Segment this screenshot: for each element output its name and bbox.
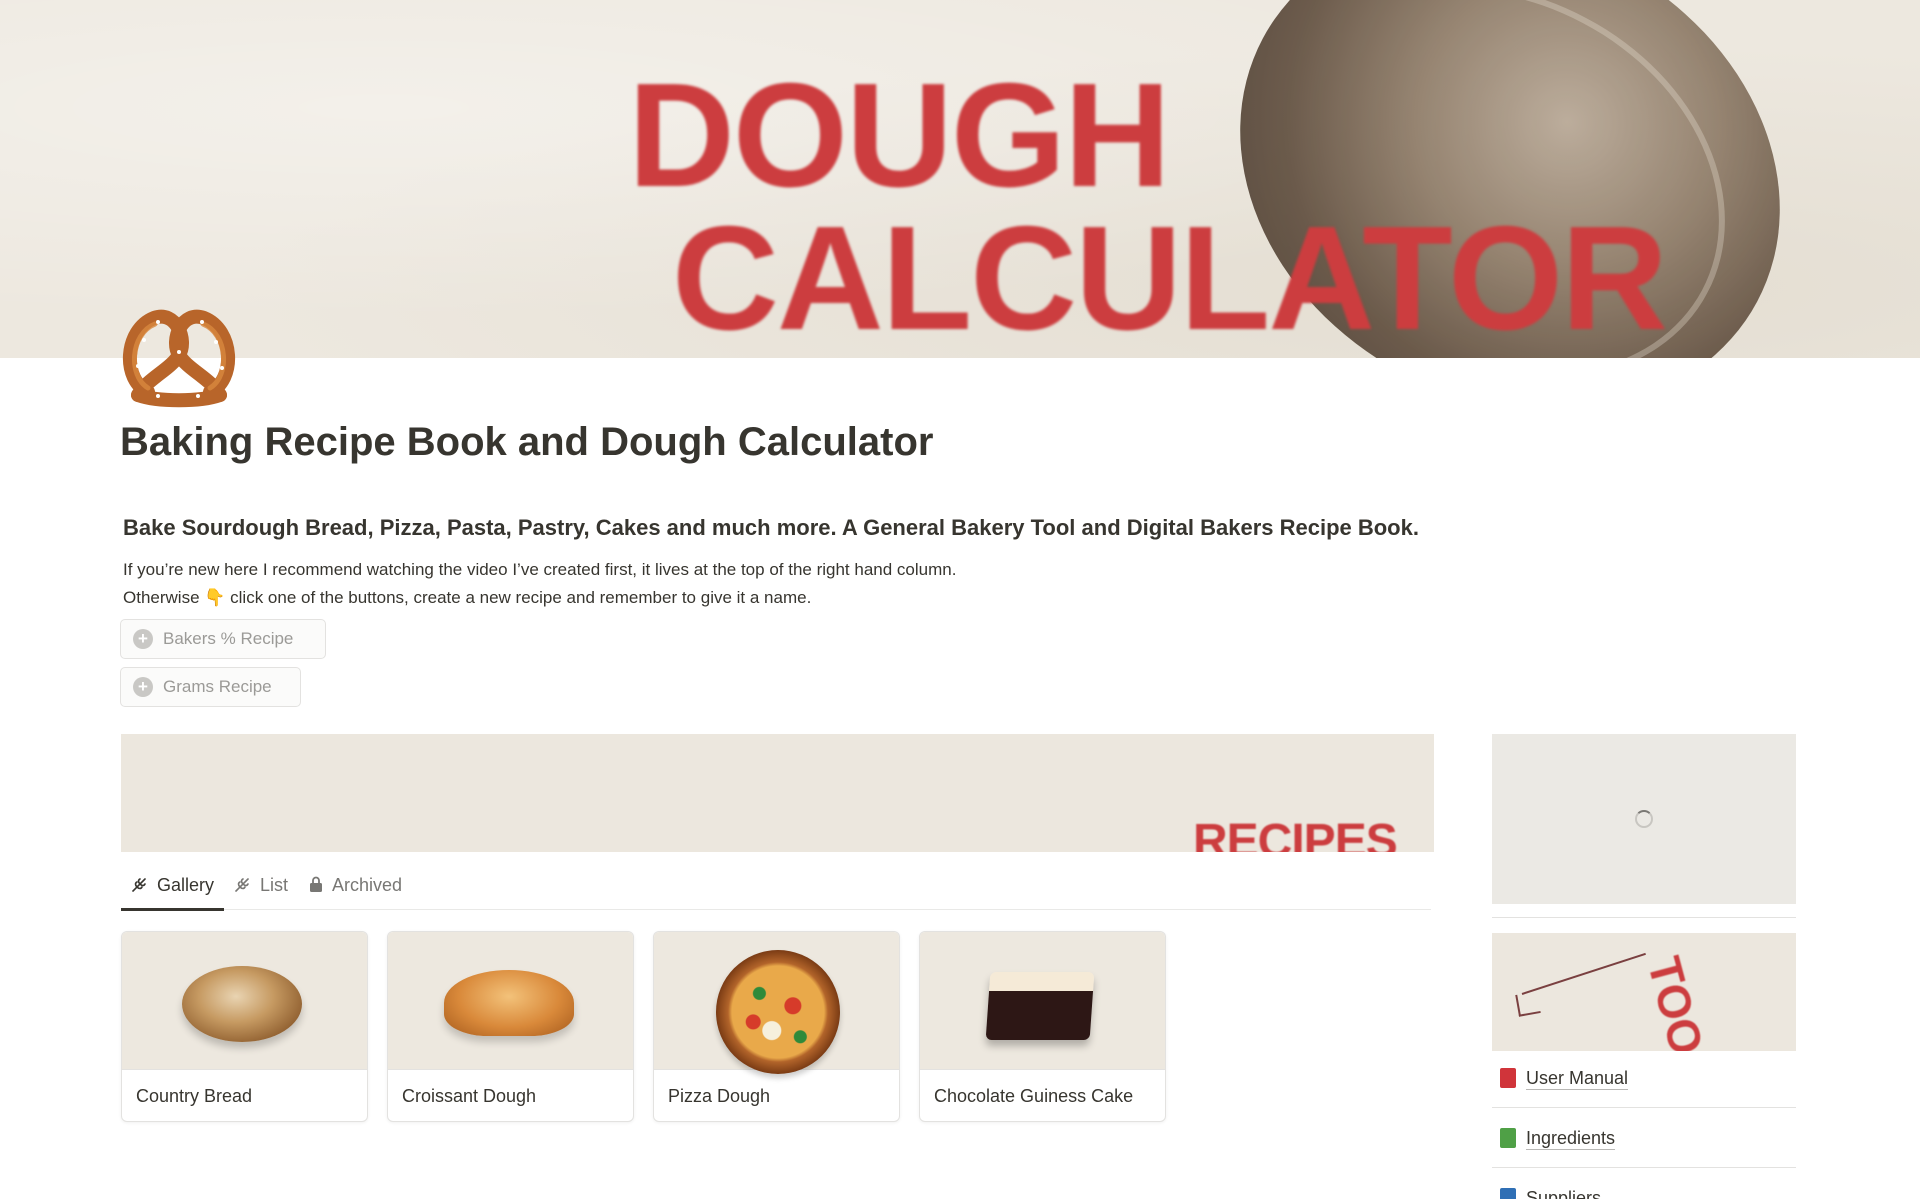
recipes-banner: RECIPES <box>121 734 1434 852</box>
gallery-card-croissant-dough[interactable]: Croissant Dough <box>387 931 634 1122</box>
cover-image: DOUGH CALCULATOR <box>0 0 1920 358</box>
pretzel-icon[interactable] <box>118 300 240 410</box>
divider <box>1492 1107 1796 1108</box>
plus-circle-icon: + <box>133 629 153 649</box>
pizza-image <box>654 932 899 1074</box>
tab-gallery[interactable]: Gallery <box>121 862 225 911</box>
intro-text: If you’re new here I recommend watching … <box>123 556 956 612</box>
tab-list[interactable]: List <box>224 862 298 910</box>
card-title: Chocolate Guiness Cake <box>934 1086 1134 1106</box>
intro-line-2: Otherwise 👇 click one of the buttons, cr… <box>123 584 956 612</box>
tab-list-label: List <box>260 875 289 895</box>
grams-recipe-label: Grams Recipe <box>163 677 272 696</box>
grams-recipe-button[interactable]: + Grams Recipe <box>120 667 301 707</box>
suppliers-label: Suppliers <box>1526 1187 1601 1199</box>
plus-circle-icon: + <box>133 677 153 697</box>
recipes-banner-text: RECIPES <box>1193 815 1398 852</box>
bread-image <box>122 932 367 1070</box>
bread-thumbnail <box>182 966 302 1042</box>
ingredients-link[interactable]: Ingredients <box>1500 1114 1796 1162</box>
gallery-card-chocolate-guiness-cake[interactable]: Chocolate Guiness Cake <box>919 931 1166 1122</box>
red-book-icon <box>1500 1068 1516 1088</box>
tools-banner-text: TOOLS <box>1637 951 1729 1051</box>
loading-spinner-icon <box>1635 810 1653 828</box>
card-title: Pizza Dough <box>668 1086 771 1106</box>
cake-thumbnail <box>985 972 1095 1040</box>
intro-line-2-start: Otherwise <box>123 588 205 607</box>
card-title: Country Bread <box>136 1086 253 1106</box>
green-book-icon <box>1500 1128 1516 1148</box>
intro-line-1: If you’re new here I recommend watching … <box>123 560 957 579</box>
pizza-thumbnail <box>716 950 840 1074</box>
card-title: Croissant Dough <box>402 1086 537 1106</box>
arrow-icon <box>1521 952 1646 995</box>
arrow-head-icon <box>1515 991 1541 1017</box>
user-manual-label: User Manual <box>1526 1067 1629 1090</box>
tools-banner: TOOLS <box>1492 933 1796 1051</box>
lock-icon <box>308 875 324 896</box>
wheat-icon <box>234 875 252 896</box>
pointing-down-icon: 👇 <box>204 588 226 607</box>
page-subtitle: Bake Sourdough Bread, Pizza, Pasta, Past… <box>123 515 1419 540</box>
suppliers-link[interactable]: Suppliers <box>1500 1174 1796 1199</box>
intro-line-2-end: click one of the buttons, create a new r… <box>225 588 812 607</box>
cake-image <box>920 932 1165 1070</box>
blue-book-icon <box>1500 1188 1516 1199</box>
wheat-icon <box>131 875 149 896</box>
ingredients-label: Ingredients <box>1526 1127 1616 1150</box>
divider <box>1492 1167 1796 1168</box>
gallery-card-country-bread[interactable]: Country Bread <box>121 931 368 1122</box>
page-title[interactable]: Baking Recipe Book and Dough Calculator <box>120 420 933 465</box>
tab-archived-label: Archived <box>332 875 403 895</box>
bakers-percent-recipe-label: Bakers % Recipe <box>163 629 294 648</box>
divider <box>1492 917 1796 918</box>
database-view-tabs: Gallery List Archived <box>121 862 1431 911</box>
user-manual-link[interactable]: User Manual <box>1500 1054 1796 1102</box>
tab-gallery-label: Gallery <box>157 875 215 895</box>
cover-title-line1: DOUGH <box>628 53 1171 218</box>
cover-title-line2: CALCULATOR <box>672 196 1668 358</box>
gallery-card-pizza-dough[interactable]: Pizza Dough <box>653 931 900 1122</box>
video-embed[interactable] <box>1492 734 1796 904</box>
tab-archived[interactable]: Archived <box>298 862 412 910</box>
croissant-image <box>388 932 633 1070</box>
croissant-thumbnail <box>444 970 574 1036</box>
bakers-percent-recipe-button[interactable]: + Bakers % Recipe <box>120 619 326 659</box>
